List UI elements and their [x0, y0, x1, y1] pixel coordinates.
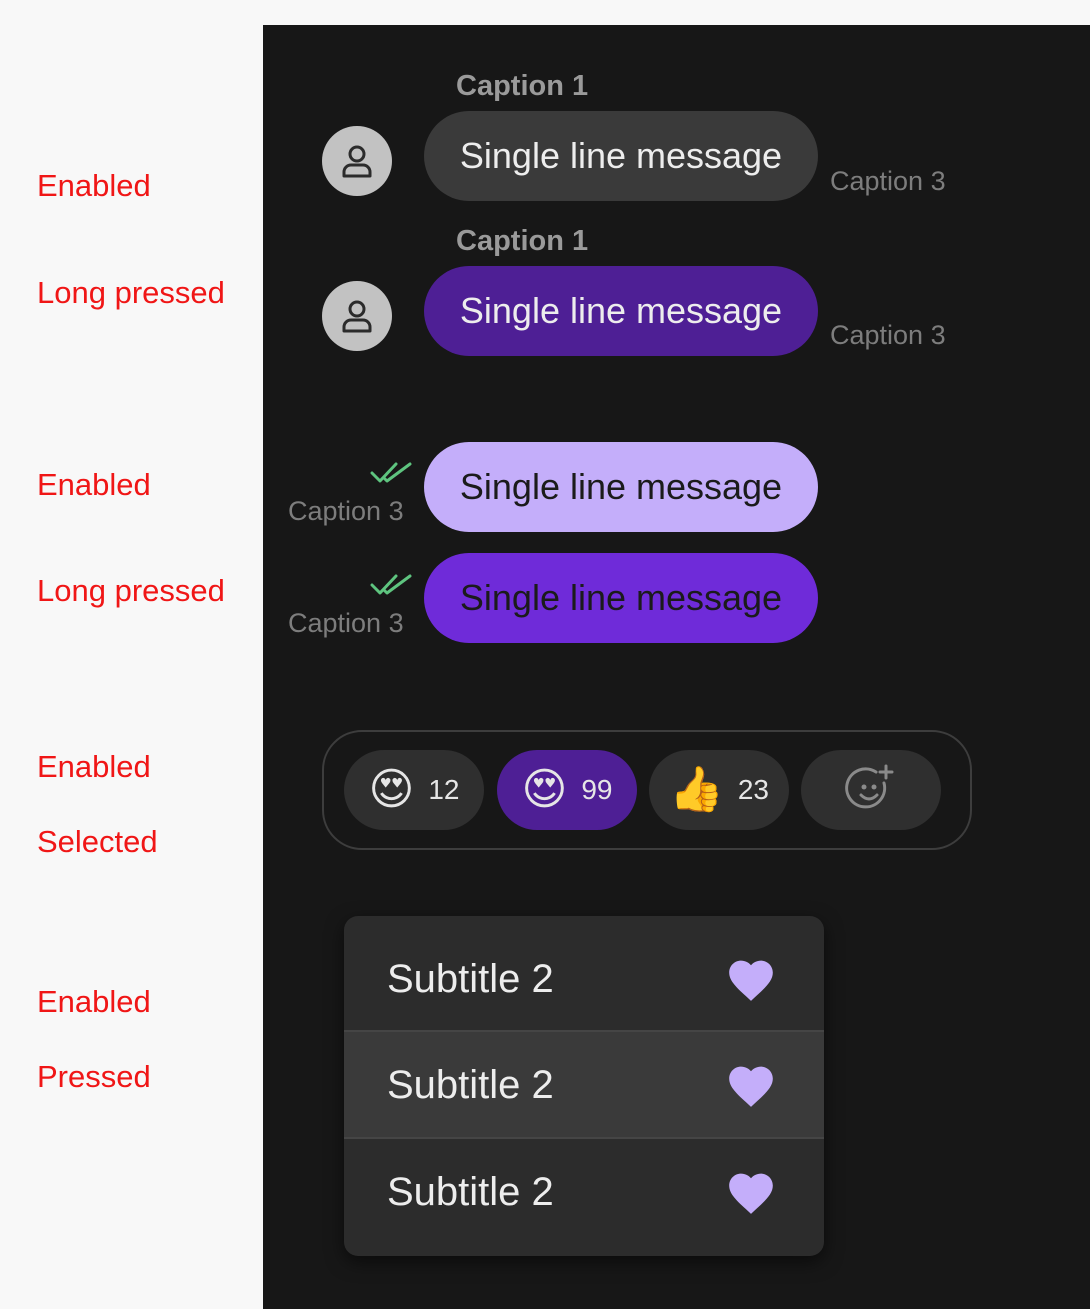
state-label-reactions-enabled: Enabled — [37, 749, 151, 784]
sender-caption: Caption 1 — [456, 225, 589, 257]
reaction-chip-selected[interactable]: 😍 99 — [497, 750, 637, 830]
message-text: Single line message — [459, 135, 783, 176]
sender-caption: Caption 1 — [456, 70, 589, 102]
state-label-menu-pressed: Pressed — [37, 1059, 151, 1094]
avatar[interactable] — [322, 126, 392, 196]
timestamp-caption: Caption 3 — [830, 166, 946, 196]
add-reaction-button[interactable] — [801, 750, 941, 830]
message-bubble-outgoing[interactable]: Single line message — [424, 442, 818, 532]
message-bubble-outgoing-long-pressed[interactable]: Single line message — [424, 553, 818, 643]
person-icon — [342, 300, 372, 333]
heart-icon[interactable] — [724, 1168, 778, 1216]
message-text: Single line message — [459, 290, 783, 331]
reaction-chip[interactable]: 👍 23 — [649, 750, 789, 830]
menu-item-pressed[interactable]: Subtitle 2 — [344, 1032, 824, 1138]
thumbs-up-emoji: 👍 — [669, 765, 724, 814]
menu-item[interactable]: Subtitle 2 — [344, 1139, 824, 1245]
message-bubble-incoming[interactable]: Single line message — [424, 111, 818, 201]
state-label-outgoing-enabled: Enabled — [37, 467, 151, 502]
state-label-incoming-enabled: Enabled — [37, 168, 151, 203]
avatar[interactable] — [322, 281, 392, 351]
reaction-count: 12 — [428, 774, 460, 805]
timestamp-caption: Caption 3 — [830, 320, 946, 350]
reaction-chip[interactable]: 😍 12 — [344, 750, 484, 830]
message-bubble-incoming-long-pressed[interactable]: Single line message — [424, 266, 818, 356]
state-label-reactions-selected: Selected — [37, 824, 158, 859]
heart-icon[interactable] — [724, 1061, 778, 1109]
message-text: Single line message — [459, 577, 783, 618]
heart-eyes-emoji: 😍 — [368, 765, 415, 814]
timestamp-caption: Caption 3 — [288, 496, 404, 526]
double-check-icon — [370, 462, 412, 483]
reaction-count: 23 — [737, 774, 769, 805]
add-reaction-icon — [845, 764, 894, 809]
timestamp-caption: Caption 3 — [288, 608, 404, 638]
person-icon — [342, 145, 372, 178]
message-text: Single line message — [459, 466, 783, 507]
menu-item-label: Subtitle 2 — [387, 956, 554, 1001]
state-label-outgoing-long-pressed: Long pressed — [37, 573, 225, 608]
context-menu: Subtitle 2 Subtitle 2 Subtitle 2 — [344, 916, 824, 1256]
reaction-count: 99 — [581, 774, 613, 805]
state-label-menu-enabled: Enabled — [37, 984, 151, 1019]
menu-item-label: Subtitle 2 — [387, 1169, 554, 1214]
menu-item-label: Subtitle 2 — [387, 1062, 554, 1107]
menu-item[interactable]: Subtitle 2 — [344, 926, 824, 1032]
heart-eyes-emoji: 😍 — [521, 765, 568, 814]
heart-icon[interactable] — [724, 955, 778, 1003]
state-label-incoming-long-pressed: Long pressed — [37, 275, 225, 310]
double-check-icon — [370, 574, 412, 595]
